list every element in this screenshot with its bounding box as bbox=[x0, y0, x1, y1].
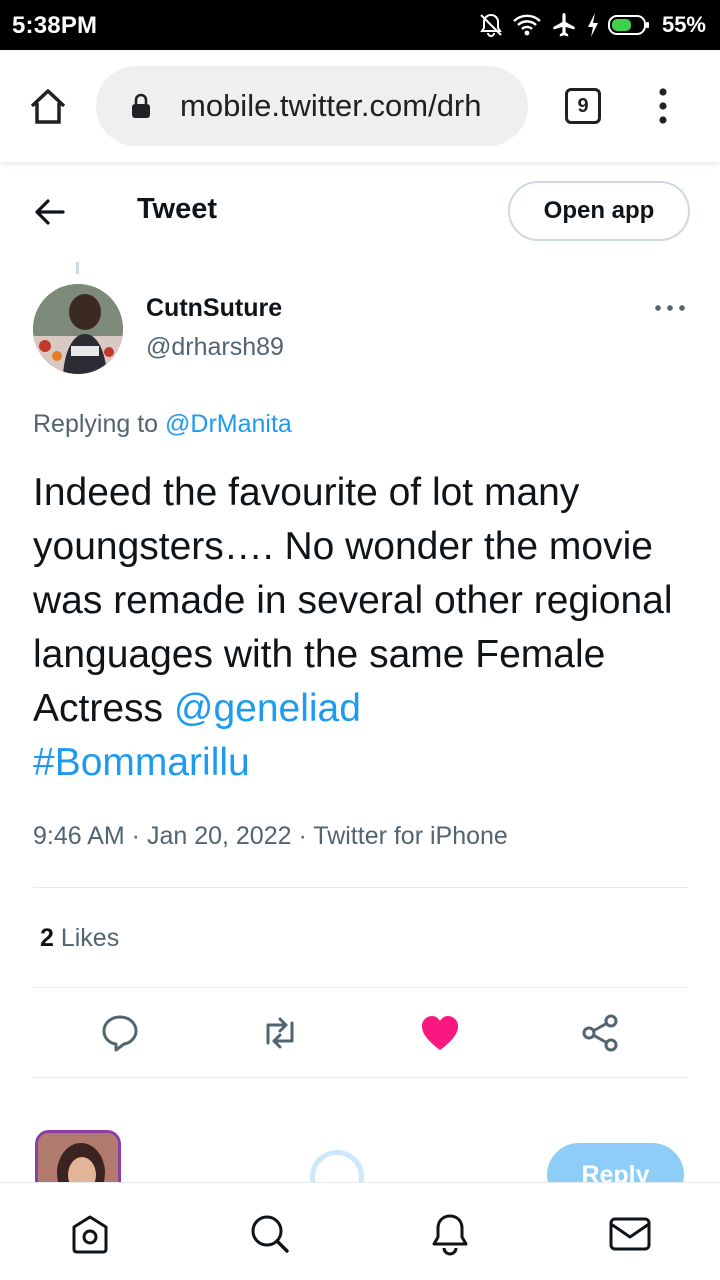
tab-switcher-button[interactable]: 9 bbox=[565, 88, 601, 124]
loading-spinner bbox=[310, 1150, 364, 1182]
open-app-button[interactable]: Open app bbox=[508, 181, 690, 241]
browser-home-button[interactable] bbox=[26, 84, 70, 128]
more-icon bbox=[655, 305, 685, 311]
retweet-icon bbox=[266, 1017, 294, 1049]
reply-submit-button[interactable]: Reply bbox=[547, 1143, 684, 1182]
reply-action-button[interactable] bbox=[95, 1008, 145, 1058]
lock-icon bbox=[132, 93, 150, 118]
replying-prefix: Replying to bbox=[33, 410, 166, 438]
thread-connector bbox=[76, 262, 79, 274]
replying-to-mention[interactable]: @DrManita bbox=[165, 410, 292, 438]
meta-separator: · bbox=[124, 822, 147, 850]
reply-icon bbox=[102, 1015, 138, 1052]
menu-icon bbox=[659, 88, 667, 124]
share-icon bbox=[582, 1014, 618, 1052]
tweet-date[interactable]: Jan 20, 2022 bbox=[147, 822, 292, 850]
user-avatar[interactable] bbox=[35, 1130, 121, 1182]
nav-search[interactable] bbox=[247, 1211, 293, 1257]
back-button[interactable] bbox=[30, 192, 70, 232]
home-icon bbox=[72, 1215, 108, 1254]
charging-icon bbox=[587, 13, 598, 37]
likes-count: 2 bbox=[40, 924, 54, 952]
reply-composer: Reply bbox=[0, 1100, 720, 1182]
nav-home[interactable] bbox=[67, 1211, 113, 1257]
url-text: mobile.twitter.com/drh bbox=[180, 88, 482, 123]
share-action-button[interactable] bbox=[575, 1008, 625, 1058]
likes-label: Likes bbox=[53, 924, 120, 952]
search-icon bbox=[251, 1215, 289, 1253]
meta-separator: · bbox=[291, 822, 314, 850]
author-handle[interactable]: @drharsh89 bbox=[146, 333, 284, 362]
status-bar: 5:38PM 55% bbox=[0, 0, 720, 50]
status-time: 5:38PM bbox=[12, 12, 98, 39]
tweet-meta: 9:46 AM · Jan 20, 2022 · Twitter for iPh… bbox=[33, 822, 508, 851]
browser-menu-button[interactable] bbox=[650, 86, 676, 126]
page-title: Tweet bbox=[137, 193, 218, 225]
nav-notifications[interactable] bbox=[427, 1211, 473, 1257]
home-icon bbox=[30, 89, 66, 124]
author-avatar[interactable] bbox=[33, 284, 123, 374]
browser-toolbar: mobile.twitter.com/drh 9 bbox=[0, 50, 720, 162]
likes-count-link[interactable]: 2 Likes bbox=[40, 924, 119, 953]
airplane-icon bbox=[553, 13, 575, 37]
retweet-action-button[interactable] bbox=[255, 1008, 305, 1058]
wifi-icon bbox=[513, 14, 541, 36]
divider bbox=[33, 987, 688, 988]
tweet-time[interactable]: 9:46 AM bbox=[33, 822, 125, 850]
user-avatar-photo bbox=[38, 1133, 118, 1182]
status-icons: 55% bbox=[478, 10, 706, 40]
battery-percent: 55% bbox=[661, 12, 706, 37]
bottom-nav bbox=[0, 1182, 720, 1280]
battery-icon bbox=[607, 15, 649, 35]
notifications-icon bbox=[432, 1214, 468, 1256]
replying-to: Replying to @DrManita bbox=[33, 410, 292, 439]
like-action-button[interactable] bbox=[415, 1008, 465, 1058]
tweet-source: Twitter for iPhone bbox=[313, 822, 508, 850]
heart-filled-icon bbox=[422, 1016, 458, 1050]
tweet-mention-link[interactable]: @geneliad bbox=[174, 687, 361, 730]
tweet-actions bbox=[0, 1008, 720, 1058]
mute-icon bbox=[480, 13, 502, 37]
tweet-hashtag-link[interactable]: #Bommarillu bbox=[33, 741, 250, 784]
divider bbox=[33, 1077, 688, 1078]
tweet-header: Tweet Open app bbox=[0, 162, 720, 260]
tweet-text: Indeed the favourite of lot many youngst… bbox=[33, 466, 693, 790]
nav-messages[interactable] bbox=[607, 1211, 653, 1257]
avatar-photo bbox=[33, 284, 123, 374]
more-options-button[interactable] bbox=[652, 298, 688, 318]
address-bar[interactable]: mobile.twitter.com/drh bbox=[96, 66, 528, 146]
messages-icon bbox=[609, 1217, 651, 1251]
back-arrow-icon bbox=[35, 199, 65, 225]
divider bbox=[33, 887, 688, 888]
author-name[interactable]: CutnSuture bbox=[146, 294, 282, 323]
